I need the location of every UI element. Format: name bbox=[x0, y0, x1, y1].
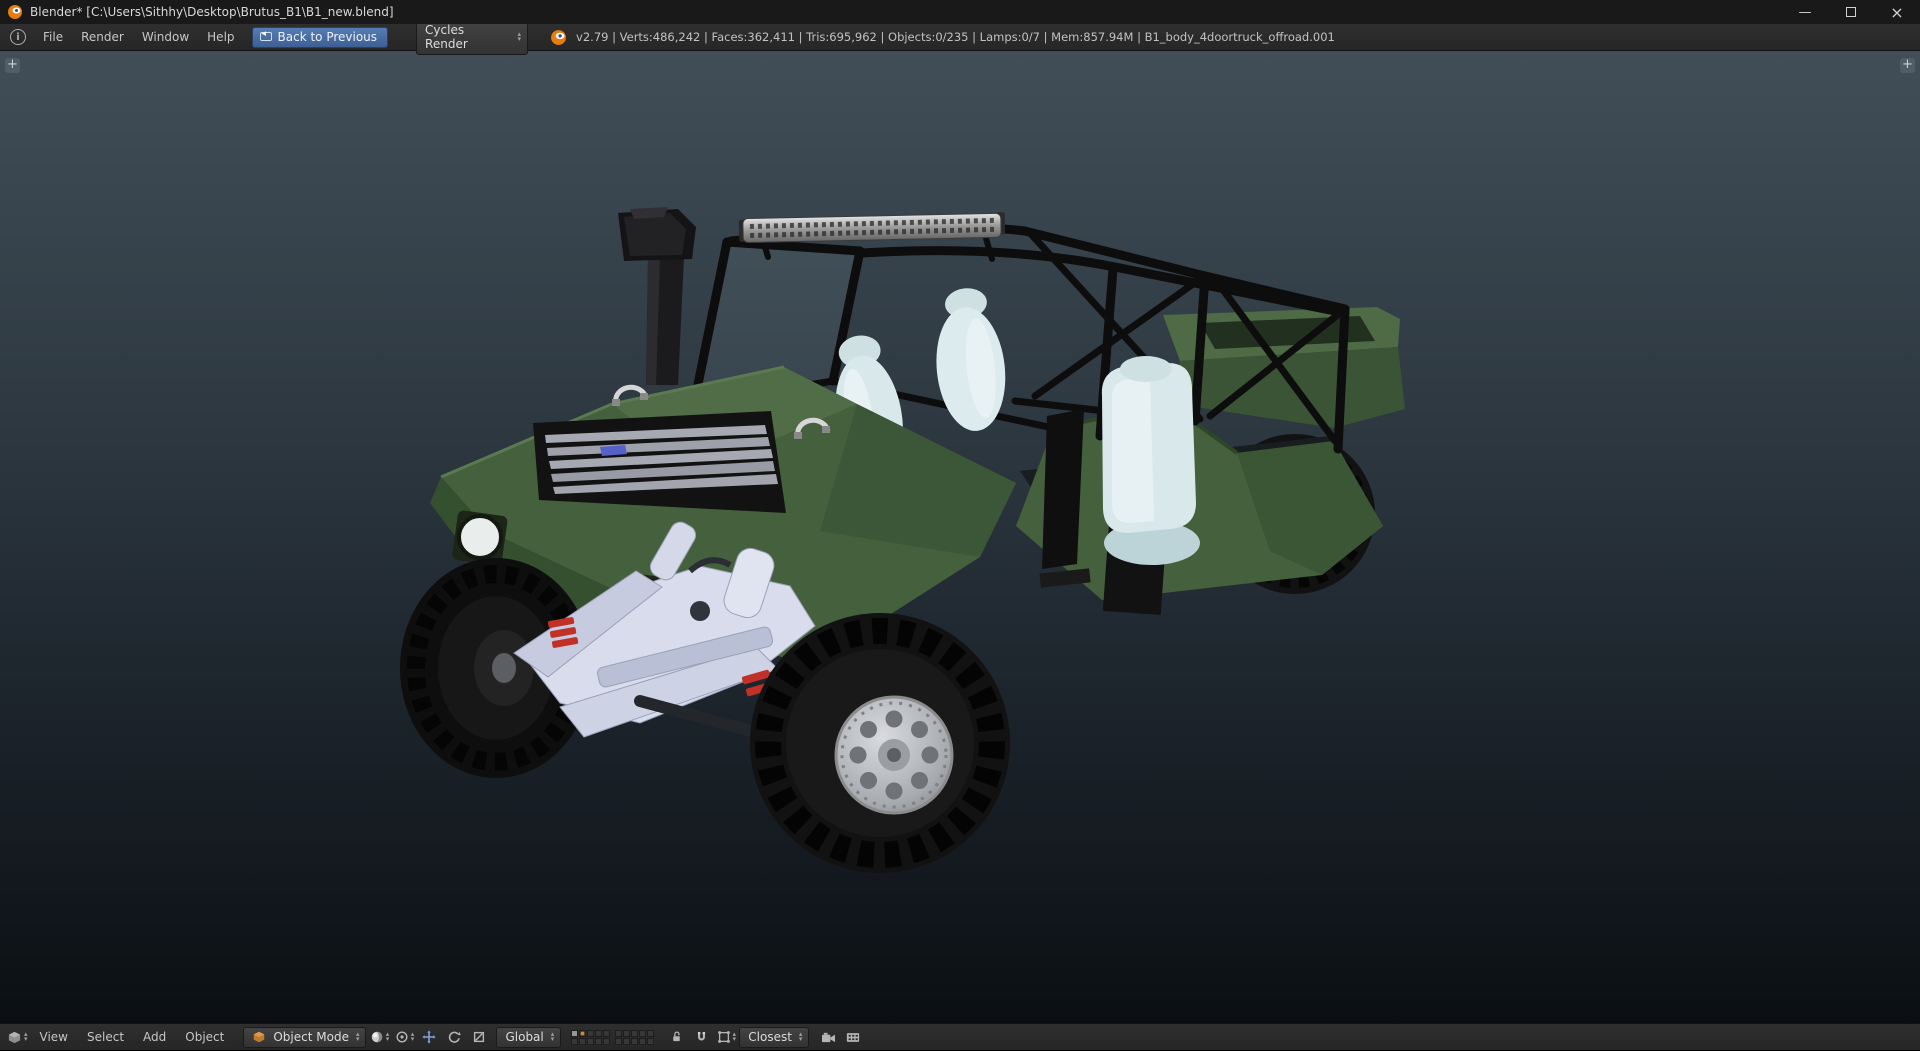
object-mode-cube-icon bbox=[252, 1030, 266, 1044]
pivot-point-button[interactable]: ▴▾ bbox=[392, 1027, 416, 1048]
chevron-updown-icon: ▴▾ bbox=[386, 1032, 390, 1042]
truck-light-bar[interactable] bbox=[739, 212, 1005, 243]
layer-toggle[interactable] bbox=[579, 1038, 586, 1045]
chevron-updown-icon: ▴▾ bbox=[799, 1032, 803, 1042]
opengl-render-anim-button[interactable] bbox=[841, 1027, 865, 1048]
window-titlebar[interactable]: Blender* [C:\Users\Sithhy\Desktop\Brutus… bbox=[0, 0, 1920, 24]
region-split-handle-left[interactable]: + bbox=[5, 58, 20, 73]
snap-toggle-button[interactable] bbox=[689, 1027, 713, 1048]
magnet-icon bbox=[695, 1030, 708, 1044]
menu-select[interactable]: Select bbox=[78, 1024, 133, 1051]
layer-toggle[interactable] bbox=[579, 1030, 586, 1037]
camera-icon bbox=[821, 1031, 836, 1044]
layer-toggle[interactable] bbox=[647, 1030, 654, 1037]
blender-app-icon bbox=[7, 4, 23, 20]
scale-manipulator-icon bbox=[472, 1030, 486, 1044]
layer-toggle[interactable] bbox=[587, 1030, 594, 1037]
truck-hood-vent[interactable] bbox=[533, 411, 786, 513]
editor-type-3dview-button[interactable]: ▴▾ bbox=[5, 1027, 30, 1048]
back-to-previous-label: Back to Previous bbox=[278, 30, 378, 44]
info-editor-icon: i bbox=[10, 29, 26, 45]
viewport-header: ▴▾ View Select Add Object Object Mode ▴▾… bbox=[0, 1023, 1920, 1050]
chevron-updown-icon: ▴▾ bbox=[551, 1032, 555, 1042]
layer-toggle[interactable] bbox=[615, 1030, 622, 1037]
screen-back-icon bbox=[260, 32, 272, 41]
menu-object[interactable]: Object bbox=[176, 1024, 233, 1051]
maximize-icon bbox=[1846, 7, 1856, 17]
translate-manipulator-icon bbox=[422, 1030, 436, 1044]
layers-block-right bbox=[615, 1030, 654, 1045]
viewport-editor-icon bbox=[7, 1030, 22, 1045]
manipulator-rotate-toggle[interactable] bbox=[442, 1027, 466, 1048]
back-to-previous-button[interactable]: Back to Previous bbox=[252, 27, 389, 48]
snap-element-icon bbox=[717, 1030, 731, 1044]
chevron-updown-icon: ▴▾ bbox=[518, 32, 522, 42]
layer-toggle[interactable] bbox=[623, 1030, 630, 1037]
window-title: Blender* [C:\Users\Sithhy\Desktop\Brutus… bbox=[30, 5, 394, 19]
layer-toggle[interactable] bbox=[587, 1038, 594, 1045]
menu-file[interactable]: File bbox=[34, 24, 72, 51]
layer-toggle[interactable] bbox=[603, 1038, 610, 1045]
mode-value: Object Mode bbox=[273, 1030, 349, 1044]
window-controls: — × bbox=[1782, 0, 1920, 24]
snap-target-select[interactable]: Closest ▴▾ bbox=[739, 1027, 809, 1048]
scene-statistics: v2.79 | Verts:486,242 | Faces:362,411 | … bbox=[576, 30, 1335, 44]
viewport-3d[interactable]: + + bbox=[0, 51, 1920, 1023]
menu-window[interactable]: Window bbox=[133, 24, 198, 51]
snap-target-value: Closest bbox=[748, 1030, 792, 1044]
manipulator-scale-toggle[interactable] bbox=[467, 1027, 491, 1048]
info-header: i File Render Window Help Back to Previo… bbox=[0, 24, 1920, 51]
layer-toggle[interactable] bbox=[571, 1030, 578, 1037]
render-engine-select[interactable]: Cycles Render ▴▾ bbox=[416, 20, 528, 55]
region-split-handle-right[interactable]: + bbox=[1900, 58, 1915, 73]
render-engine-value: Cycles Render bbox=[425, 23, 510, 51]
chevron-updown-icon: ▴▾ bbox=[356, 1032, 360, 1042]
viewport-canvas[interactable] bbox=[0, 51, 1920, 1023]
lock-to-scene-button[interactable] bbox=[664, 1027, 688, 1048]
layer-toggle[interactable] bbox=[639, 1038, 646, 1045]
transform-orientation-select[interactable]: Global ▴▾ bbox=[496, 1027, 561, 1048]
viewport-shading-button[interactable]: ▴▾ bbox=[367, 1027, 391, 1048]
opengl-render-still-button[interactable] bbox=[816, 1027, 840, 1048]
rotate-manipulator-icon bbox=[447, 1030, 461, 1044]
layer-toggle[interactable] bbox=[639, 1030, 646, 1037]
editor-type-info-button[interactable]: i bbox=[5, 27, 34, 48]
minimize-icon: — bbox=[1799, 5, 1812, 20]
truck-model[interactable] bbox=[400, 207, 1405, 873]
chevron-updown-icon: ▴▾ bbox=[24, 1032, 28, 1042]
manipulator-translate-toggle[interactable] bbox=[417, 1027, 441, 1048]
close-button[interactable]: × bbox=[1874, 0, 1920, 24]
truck-snorkel[interactable] bbox=[618, 207, 696, 385]
layer-toggle[interactable] bbox=[595, 1030, 602, 1037]
menu-render[interactable]: Render bbox=[72, 24, 133, 51]
layer-toggle[interactable] bbox=[631, 1030, 638, 1037]
chevron-updown-icon: ▴▾ bbox=[733, 1032, 737, 1042]
layers-block-left bbox=[571, 1030, 610, 1045]
close-icon: × bbox=[1890, 3, 1903, 22]
layer-toggle[interactable] bbox=[603, 1030, 610, 1037]
orientation-value: Global bbox=[505, 1030, 543, 1044]
minimize-button[interactable]: — bbox=[1782, 0, 1828, 24]
chevron-updown-icon: ▴▾ bbox=[411, 1032, 415, 1042]
menu-add[interactable]: Add bbox=[134, 1024, 175, 1051]
layer-toggle[interactable] bbox=[623, 1038, 630, 1045]
mode-select[interactable]: Object Mode ▴▾ bbox=[243, 1027, 366, 1048]
layer-toggle[interactable] bbox=[595, 1038, 602, 1045]
truck-main-front-wheel[interactable] bbox=[750, 613, 1010, 873]
layer-toggle[interactable] bbox=[615, 1038, 622, 1045]
layer-toggle[interactable] bbox=[631, 1038, 638, 1045]
layer-toggle[interactable] bbox=[571, 1038, 578, 1045]
pivot-icon bbox=[395, 1030, 409, 1044]
shading-sphere-icon bbox=[370, 1030, 384, 1044]
maximize-button[interactable] bbox=[1828, 0, 1874, 24]
menu-view[interactable]: View bbox=[31, 1024, 77, 1051]
menu-help[interactable]: Help bbox=[198, 24, 243, 51]
blender-logo-icon bbox=[550, 29, 567, 46]
lock-icon bbox=[670, 1030, 683, 1044]
snap-element-button[interactable]: ▴▾ bbox=[714, 1027, 738, 1048]
layer-toggle[interactable] bbox=[647, 1038, 654, 1045]
layers-widget bbox=[571, 1030, 654, 1045]
film-strip-icon bbox=[846, 1031, 860, 1044]
